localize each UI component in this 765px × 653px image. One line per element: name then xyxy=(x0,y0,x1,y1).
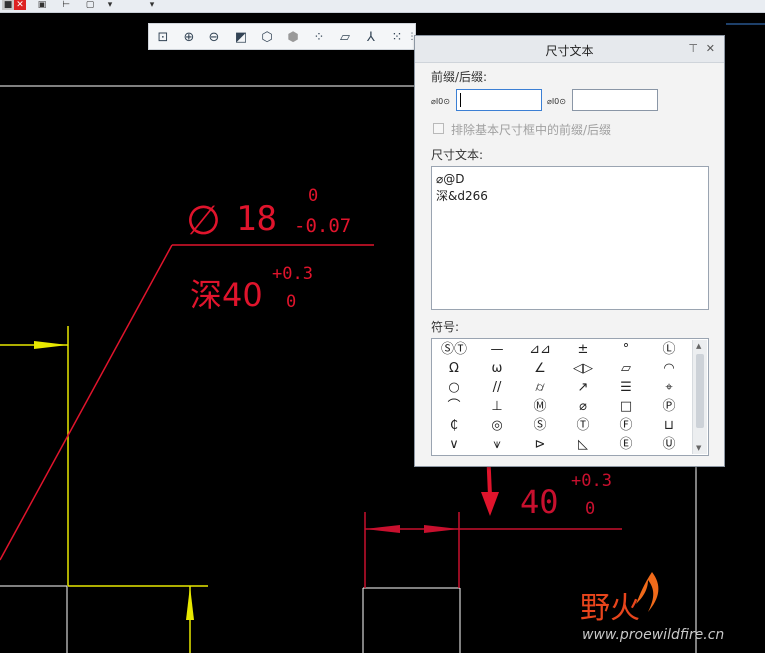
symbol-button[interactable]: ⩛ xyxy=(477,436,517,454)
dim-tol-upper: +0.3 xyxy=(571,471,612,491)
symbol-button[interactable]: ⌒ xyxy=(434,398,474,416)
repaint-icon[interactable]: ◩ xyxy=(231,27,251,47)
annotations-icon[interactable]: ▱ xyxy=(335,27,355,47)
symbol-button[interactable]: Ⓕ xyxy=(606,417,646,435)
diameter-tol-lower: -0.07 xyxy=(294,215,351,237)
scroll-down-icon[interactable]: ▼ xyxy=(696,444,701,452)
symbol-button[interactable]: ↗ xyxy=(563,379,603,397)
diameter-tol-upper: 0 xyxy=(308,186,318,206)
print-icon[interactable]: ▣ xyxy=(36,0,48,10)
datum-points-icon[interactable]: ⁘ xyxy=(309,27,329,47)
symbol-button[interactable]: ∠ xyxy=(520,360,560,378)
dropdown-icon[interactable]: ▾ xyxy=(146,0,158,10)
prefix-input[interactable] xyxy=(456,89,542,111)
symbol-button[interactable]: ◺ xyxy=(563,436,603,454)
symbol-button[interactable]: ◁▷ xyxy=(563,360,603,378)
symbol-button[interactable]: ⊳ xyxy=(520,436,560,454)
symbol-button[interactable]: Ⓤ xyxy=(649,436,689,454)
symbol-button[interactable]: ⓈⓉ xyxy=(434,341,474,359)
depth-tol-upper: +0.3 xyxy=(272,264,313,284)
zoom-out-icon[interactable]: ⊖ xyxy=(204,27,224,47)
text-caret xyxy=(460,93,461,107)
yellow-arrow xyxy=(186,586,194,620)
panel-titlebar[interactable]: 尺寸文本 ⊤ ✕ xyxy=(415,36,724,63)
view-toolbar: ⊡ ⊕ ⊖ ◩ ⬡ ⬢ ⁘ ▱ ⅄ ⁙ ⋮ xyxy=(148,23,417,50)
cube-icon[interactable]: ▢ xyxy=(84,0,96,10)
close-icon[interactable]: ✕ xyxy=(706,42,715,55)
symbol-button[interactable]: ° xyxy=(606,341,646,359)
scroll-up-icon[interactable]: ▲ xyxy=(696,342,701,350)
depth-tol-lower: 0 xyxy=(286,292,296,312)
dim-arrow xyxy=(365,525,400,533)
symbol-button[interactable]: ⊥ xyxy=(477,398,517,416)
symbol-button[interactable]: ₵ xyxy=(434,417,474,435)
datum-axes-icon[interactable]: ⁙ xyxy=(387,27,407,47)
tree-icon[interactable]: ⊢ xyxy=(60,0,72,10)
dim-text-area[interactable]: ⌀@D 深&d266 xyxy=(431,166,709,310)
zoom-fit-icon[interactable]: ⊡ xyxy=(153,27,173,47)
symbol-button[interactable]: Ⓛ xyxy=(649,341,689,359)
symbol-button[interactable]: ○ xyxy=(434,379,474,397)
palette-scrollbar[interactable]: ▲ ▼ xyxy=(692,340,707,454)
symbol-button[interactable]: Ⓔ xyxy=(606,436,646,454)
dim-arrow xyxy=(424,525,459,533)
symbol-button[interactable]: ω xyxy=(477,360,517,378)
diameter-value: 18 xyxy=(236,199,277,239)
symbol-button[interactable]: Ⓢ xyxy=(520,417,560,435)
symbol-button[interactable]: ⊿⊿ xyxy=(520,341,560,359)
top-toolbar: ■ ✕ ▣ ⊢ ▢ ▾ ▾ xyxy=(0,0,765,13)
symbol-button[interactable]: ◠ xyxy=(649,360,689,378)
leader-line xyxy=(0,244,173,561)
shaded-cube-icon[interactable]: ⬡ xyxy=(257,27,277,47)
symbol-button[interactable]: ∨ xyxy=(434,436,474,454)
symbol-button[interactable]: ± xyxy=(563,341,603,359)
symbol-button[interactable]: ⌖ xyxy=(649,379,689,397)
symbol-button[interactable]: Ⓟ xyxy=(649,398,689,416)
symbol-button[interactable]: Ω xyxy=(434,360,474,378)
dim-tol-lower: 0 xyxy=(585,499,595,519)
panel-title: 尺寸文本 xyxy=(545,44,594,58)
watermark-url: www.proewildfire.cn xyxy=(582,627,724,643)
symbol-button[interactable]: — xyxy=(477,341,517,359)
pin-icon[interactable]: ⊤ xyxy=(688,42,698,55)
depth-value: 深40 xyxy=(190,276,263,314)
annotation-arrow-head xyxy=(481,492,499,516)
symbol-button[interactable]: □ xyxy=(606,398,646,416)
symbol-button[interactable]: Ⓣ xyxy=(563,417,603,435)
stop-icon[interactable]: ■ xyxy=(2,0,14,10)
exclude-label: 排除基本尺寸框中的前缀/后缀 xyxy=(451,123,612,137)
symbol-button[interactable]: ☰ xyxy=(606,379,646,397)
dimension-text-panel: 尺寸文本 ⊤ ✕ 前缀/后缀: ⌀I0⊙ ⌀I0⊙ 排除基本尺寸框中的前缀/后缀… xyxy=(414,35,725,467)
yellow-arrow xyxy=(34,341,68,349)
symbol-palette: ⓈⓉ — ⊿⊿ ± ° Ⓛ Ωω ∠ ◁▷ ▱ ◠ ○//⌭ ↗ ☰ ⌖ ⌒ ⊥ Ⓜ ⌀ □ Ⓟ ₵ ◎ Ⓢ Ⓣ Ⓕ ⊔ ∨ ⩛ ⊳ ◺ Ⓔ Ⓤ… xyxy=(431,338,709,456)
suffix-input[interactable] xyxy=(572,89,658,111)
symbol-button[interactable]: ⌀ xyxy=(563,398,603,416)
dropdown-icon[interactable]: ▾ xyxy=(104,0,116,10)
symbol-button[interactable]: ▱ xyxy=(606,360,646,378)
symbol-button[interactable]: Ⓜ xyxy=(520,398,560,416)
scroll-thumb[interactable] xyxy=(696,354,704,428)
orient-icon[interactable]: ⬢ xyxy=(283,27,303,47)
symbol-button[interactable]: ⌭ xyxy=(520,379,560,397)
diameter-symbol: ∅ xyxy=(186,198,221,244)
symbol-button[interactable]: // xyxy=(477,379,517,397)
watermark-brand: 野火 xyxy=(580,591,640,626)
zoom-in-icon[interactable]: ⊕ xyxy=(179,27,199,47)
symbol-button[interactable]: ⊔ xyxy=(649,417,689,435)
dim-text-line-2: 深&d266 xyxy=(436,189,488,203)
exclude-checkbox[interactable] xyxy=(433,123,444,134)
symbol-button[interactable]: ◎ xyxy=(477,417,517,435)
suffix-symbol-icon[interactable]: ⌀I0⊙ xyxy=(547,97,566,106)
dim-text-label: 尺寸文本: xyxy=(431,148,484,162)
close-red-icon[interactable]: ✕ xyxy=(14,0,26,10)
csys-icon[interactable]: ⅄ xyxy=(361,27,381,47)
symbols-label: 符号: xyxy=(431,320,460,334)
prefix-suffix-label: 前缀/后缀: xyxy=(431,70,488,84)
prefix-symbol-icon[interactable]: ⌀I0⊙ xyxy=(431,97,450,106)
dim-value: 40 xyxy=(520,483,559,521)
dim-text-line-1: ⌀@D xyxy=(436,172,465,186)
